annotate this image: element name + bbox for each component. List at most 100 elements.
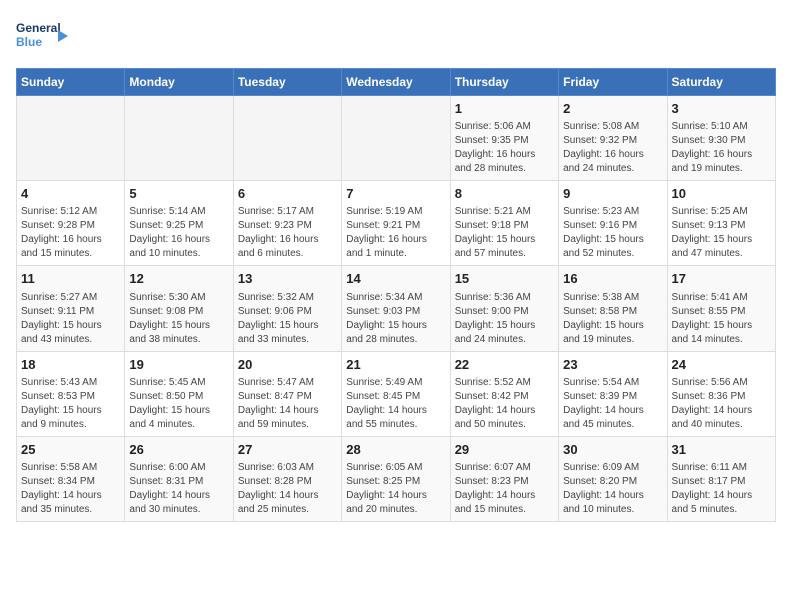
calendar-cell: 7Sunrise: 5:19 AM Sunset: 9:21 PM Daylig…	[342, 181, 450, 266]
day-info: Sunrise: 5:08 AM Sunset: 9:32 PM Dayligh…	[563, 120, 662, 176]
day-number: 4	[21, 185, 120, 203]
day-number: 30	[563, 441, 662, 459]
day-number: 27	[238, 441, 337, 459]
day-info: Sunrise: 6:00 AM Sunset: 8:31 PM Dayligh…	[129, 461, 228, 517]
day-info: Sunrise: 6:07 AM Sunset: 8:23 PM Dayligh…	[455, 461, 554, 517]
calendar-cell: 27Sunrise: 6:03 AM Sunset: 8:28 PM Dayli…	[233, 436, 341, 521]
day-number: 8	[455, 185, 554, 203]
calendar-cell: 28 Sunrise: 6:05 AM Sunset: 8:25 PM Dayli…	[342, 436, 450, 521]
day-info: Sunrise: 5:47 AM Sunset: 8:47 PM Dayligh…	[238, 376, 337, 432]
day-number: 29	[455, 441, 554, 459]
calendar-cell: 3 Sunrise: 5:10 AM Sunset: 9:30 PM Daylig…	[667, 96, 775, 181]
calendar-cell: 2 Sunrise: 5:08 AM Sunset: 9:32 PM Daylig…	[559, 96, 667, 181]
day-number: 1	[455, 100, 554, 118]
day-number: 2	[563, 100, 662, 118]
calendar-week-row: 18 Sunrise: 5:43 AM Sunset: 8:53 PM Dayli…	[17, 351, 776, 436]
day-number: 22	[455, 356, 554, 374]
calendar-week-row: 4 Sunrise: 5:12 AM Sunset: 9:28 PM Daylig…	[17, 181, 776, 266]
day-info: Sunrise: 5:43 AM Sunset: 8:53 PM Dayligh…	[21, 376, 120, 432]
day-number: 13	[238, 270, 337, 288]
day-info: Sunrise: 5:34 AM Sunset: 9:03 PM Dayligh…	[346, 291, 445, 347]
col-header-sunday: Sunday	[17, 69, 125, 96]
day-number: 16	[563, 270, 662, 288]
day-number: 12	[129, 270, 228, 288]
col-header-wednesday: Wednesday	[342, 69, 450, 96]
day-info: Sunrise: 6:09 AM Sunset: 8:20 PM Dayligh…	[563, 461, 662, 517]
calendar-week-row: 11 Sunrise: 5:27 AM Sunset: 9:11 PM Dayli…	[17, 266, 776, 351]
calendar-cell	[125, 96, 233, 181]
calendar-cell: 1 Sunrise: 5:06 AM Sunset: 9:35 PM Daylig…	[450, 96, 558, 181]
day-info: Sunrise: 5:19 AM Sunset: 9:21 PM Dayligh…	[346, 205, 445, 261]
day-info: Sunrise: 6:05 AM Sunset: 8:25 PM Dayligh…	[346, 461, 445, 517]
day-number: 19	[129, 356, 228, 374]
day-number: 14	[346, 270, 445, 288]
day-number: 10	[672, 185, 771, 203]
day-info: Sunrise: 5:52 AM Sunset: 8:42 PM Dayligh…	[455, 376, 554, 432]
calendar-week-row: 1 Sunrise: 5:06 AM Sunset: 9:35 PM Daylig…	[17, 96, 776, 181]
calendar-cell: 21 Sunrise: 5:49 AM Sunset: 8:45 PM Dayli…	[342, 351, 450, 436]
day-info: Sunrise: 5:12 AM Sunset: 9:28 PM Dayligh…	[21, 205, 120, 261]
calendar-cell: 30 Sunrise: 6:09 AM Sunset: 8:20 PM Dayli…	[559, 436, 667, 521]
day-number: 6	[238, 185, 337, 203]
calendar-cell: 18 Sunrise: 5:43 AM Sunset: 8:53 PM Dayli…	[17, 351, 125, 436]
day-number: 18	[21, 356, 120, 374]
page-header: GeneralBlue	[16, 16, 776, 56]
day-info: Sunrise: 5:56 AM Sunset: 8:36 PM Dayligh…	[672, 376, 771, 432]
svg-text:General: General	[16, 21, 61, 35]
day-info: Sunrise: 5:58 AM Sunset: 8:34 PM Dayligh…	[21, 461, 120, 517]
day-info: Sunrise: 5:23 AM Sunset: 9:16 PM Dayligh…	[563, 205, 662, 261]
day-info: Sunrise: 5:36 AM Sunset: 9:00 PM Dayligh…	[455, 291, 554, 347]
calendar-cell: 11 Sunrise: 5:27 AM Sunset: 9:11 PM Dayli…	[17, 266, 125, 351]
day-info: Sunrise: 5:41 AM Sunset: 8:55 PM Dayligh…	[672, 291, 771, 347]
calendar-cell: 15 Sunrise: 5:36 AM Sunset: 9:00 PM Dayli…	[450, 266, 558, 351]
calendar-cell: 12 Sunrise: 5:30 AM Sunset: 9:08 PM Dayli…	[125, 266, 233, 351]
day-number: 26	[129, 441, 228, 459]
calendar-cell: 20 Sunrise: 5:47 AM Sunset: 8:47 PM Dayli…	[233, 351, 341, 436]
day-number: 25	[21, 441, 120, 459]
day-info: Sunrise: 5:10 AM Sunset: 9:30 PM Dayligh…	[672, 120, 771, 176]
day-number: 11	[21, 270, 120, 288]
day-number: 23	[563, 356, 662, 374]
calendar-header-row: SundayMondayTuesdayWednesdayThursdayFrid…	[17, 69, 776, 96]
calendar-cell	[342, 96, 450, 181]
col-header-saturday: Saturday	[667, 69, 775, 96]
calendar-table: SundayMondayTuesdayWednesdayThursdayFrid…	[16, 68, 776, 522]
day-info: Sunrise: 5:54 AM Sunset: 8:39 PM Dayligh…	[563, 376, 662, 432]
day-number: 31	[672, 441, 771, 459]
day-info: Sunrise: 5:49 AM Sunset: 8:45 PM Dayligh…	[346, 376, 445, 432]
day-number: 3	[672, 100, 771, 118]
calendar-cell	[17, 96, 125, 181]
logo: GeneralBlue	[16, 16, 72, 56]
calendar-cell: 26 Sunrise: 6:00 AM Sunset: 8:31 PM Dayli…	[125, 436, 233, 521]
calendar-cell: 23 Sunrise: 5:54 AM Sunset: 8:39 PM Dayli…	[559, 351, 667, 436]
day-number: 5	[129, 185, 228, 203]
col-header-monday: Monday	[125, 69, 233, 96]
calendar-cell: 31Sunrise: 6:11 AM Sunset: 8:17 PM Dayli…	[667, 436, 775, 521]
day-info: Sunrise: 5:27 AM Sunset: 9:11 PM Dayligh…	[21, 291, 120, 347]
calendar-cell: 29 Sunrise: 6:07 AM Sunset: 8:23 PM Dayli…	[450, 436, 558, 521]
day-number: 21	[346, 356, 445, 374]
day-number: 28	[346, 441, 445, 459]
calendar-cell: 6 Sunrise: 5:17 AM Sunset: 9:23 PM Daylig…	[233, 181, 341, 266]
day-number: 24	[672, 356, 771, 374]
day-number: 15	[455, 270, 554, 288]
day-number: 17	[672, 270, 771, 288]
day-info: Sunrise: 5:06 AM Sunset: 9:35 PM Dayligh…	[455, 120, 554, 176]
col-header-friday: Friday	[559, 69, 667, 96]
day-number: 9	[563, 185, 662, 203]
calendar-cell: 22 Sunrise: 5:52 AM Sunset: 8:42 PM Dayli…	[450, 351, 558, 436]
day-info: Sunrise: 5:21 AM Sunset: 9:18 PM Dayligh…	[455, 205, 554, 261]
day-number: 20	[238, 356, 337, 374]
calendar-cell: 16Sunrise: 5:38 AM Sunset: 8:58 PM Dayli…	[559, 266, 667, 351]
calendar-cell: 9 Sunrise: 5:23 AM Sunset: 9:16 PM Daylig…	[559, 181, 667, 266]
calendar-cell: 17 Sunrise: 5:41 AM Sunset: 8:55 PM Dayli…	[667, 266, 775, 351]
day-info: Sunrise: 5:17 AM Sunset: 9:23 PM Dayligh…	[238, 205, 337, 261]
logo-icon: GeneralBlue	[16, 16, 72, 56]
calendar-cell: 14 Sunrise: 5:34 AM Sunset: 9:03 PM Dayli…	[342, 266, 450, 351]
day-info: Sunrise: 5:32 AM Sunset: 9:06 PM Dayligh…	[238, 291, 337, 347]
day-info: Sunrise: 5:30 AM Sunset: 9:08 PM Dayligh…	[129, 291, 228, 347]
calendar-cell: 5Sunrise: 5:14 AM Sunset: 9:25 PM Daylig…	[125, 181, 233, 266]
col-header-tuesday: Tuesday	[233, 69, 341, 96]
calendar-cell: 8 Sunrise: 5:21 AM Sunset: 9:18 PM Daylig…	[450, 181, 558, 266]
calendar-week-row: 25 Sunrise: 5:58 AM Sunset: 8:34 PM Dayli…	[17, 436, 776, 521]
